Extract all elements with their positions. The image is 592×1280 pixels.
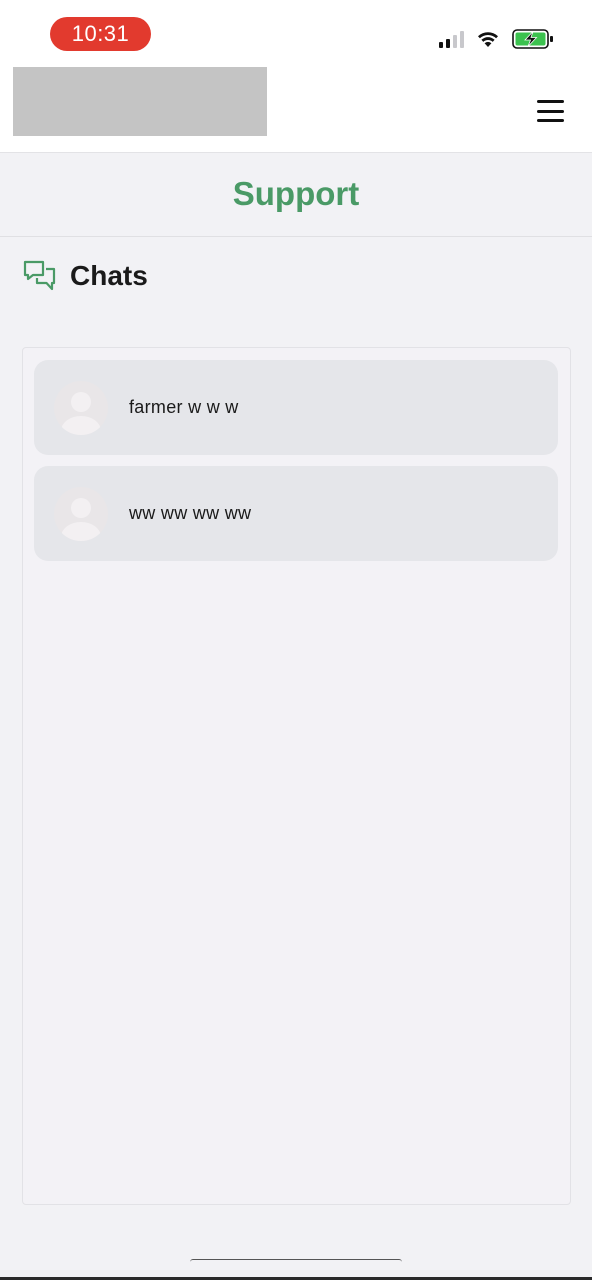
title-bar: Support	[0, 153, 592, 237]
section-label: Chats	[70, 260, 148, 291]
chats-heading: Chats	[22, 256, 148, 296]
default-avatar-icon	[54, 486, 108, 541]
default-avatar-icon	[54, 380, 108, 435]
home-indicator	[190, 1259, 402, 1266]
status-time: 10:31	[50, 17, 151, 51]
battery-charging-icon	[512, 29, 553, 49]
chat-list-item[interactable]: ww ww ww ww	[34, 466, 558, 561]
app-header	[0, 66, 592, 153]
hamburger-menu-icon[interactable]	[537, 100, 564, 122]
wifi-icon	[478, 32, 498, 47]
status-icons	[439, 27, 554, 51]
logo-placeholder	[13, 67, 267, 136]
cellular-signal-icon	[439, 30, 464, 48]
status-bar: 10:31	[0, 0, 592, 66]
chat-contact-name: ww ww ww ww	[129, 503, 252, 523]
chat-bubbles-icon	[23, 260, 56, 291]
chat-list-item[interactable]: farmer w w w	[34, 360, 558, 455]
chat-contact-name: farmer w w w	[129, 397, 239, 417]
page-title: Support	[232, 175, 360, 212]
chat-list-panel: farmer w w w ww ww ww ww	[22, 347, 571, 1205]
